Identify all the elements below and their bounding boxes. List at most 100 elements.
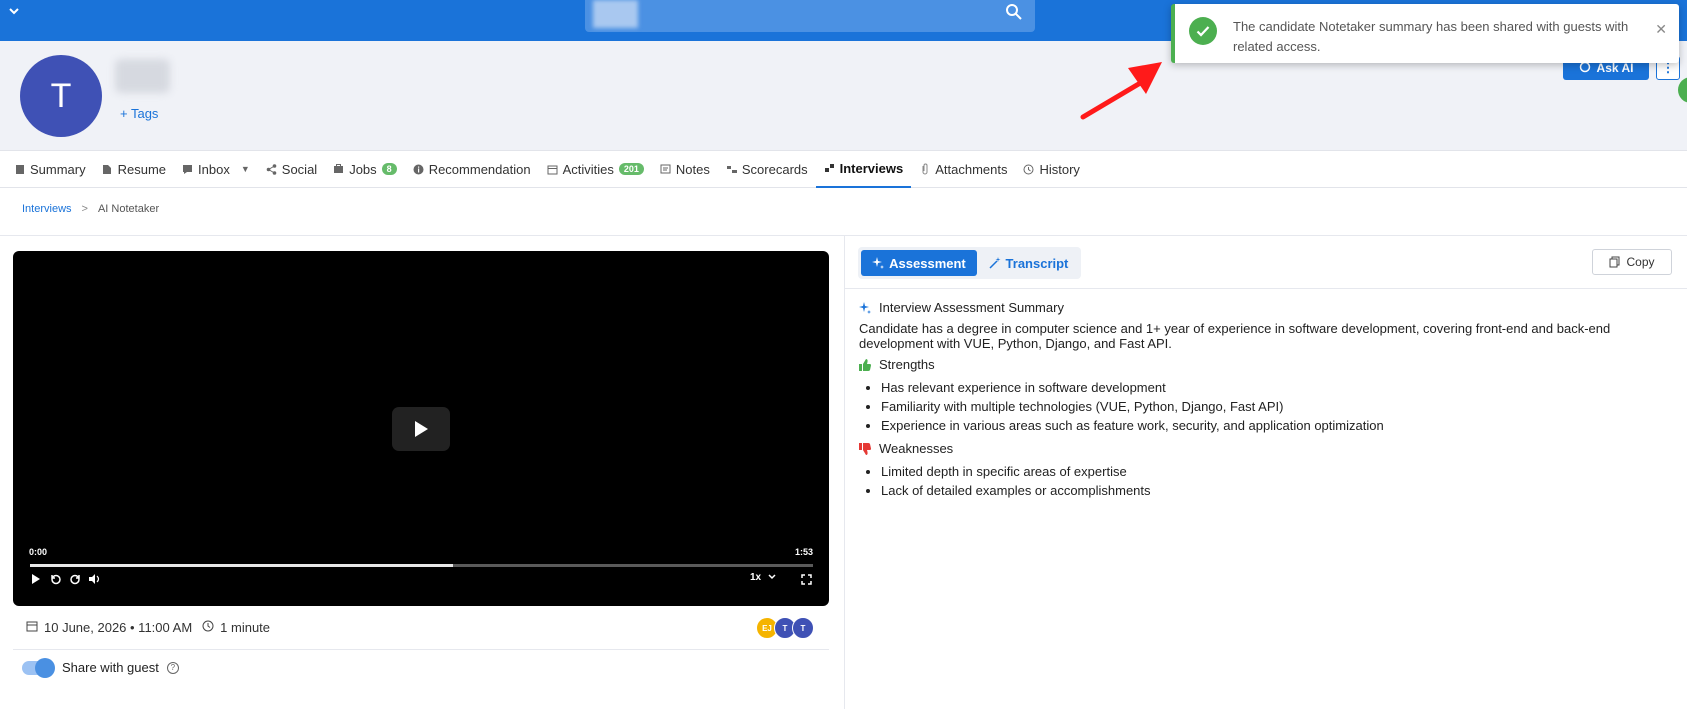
weaknesses-title: Weaknesses	[879, 441, 954, 456]
meeting-date: 10 June, 2026 • 11:00 AM	[44, 620, 193, 635]
tab-recommendation[interactable]: Recommendation	[405, 151, 539, 188]
chevron-down-icon	[768, 574, 776, 580]
play-icon	[415, 421, 428, 437]
info-icon	[413, 164, 424, 175]
tab-notes[interactable]: Notes	[652, 151, 718, 188]
tab-history[interactable]: History	[1015, 151, 1087, 188]
status-indicator	[1678, 77, 1687, 103]
candidate-avatar: T	[20, 55, 102, 137]
breadcrumb-interviews-link[interactable]: Interviews	[22, 203, 72, 215]
sparkle-icon	[872, 257, 885, 269]
transcript-tab-button[interactable]: Transcript	[979, 250, 1078, 276]
share-icon	[266, 163, 277, 175]
video-play-button[interactable]	[392, 407, 450, 451]
thumbs-up-icon	[859, 358, 871, 371]
tab-activities[interactable]: Activities 201	[539, 151, 652, 188]
caret-down-icon[interactable]: ▼	[241, 164, 250, 174]
video-total-time: 1:53	[794, 547, 813, 557]
candidate-name-blurred	[115, 59, 170, 93]
strengths-section-title: Strengths	[859, 357, 1674, 372]
briefcase-icon	[333, 164, 344, 175]
meta-divider	[13, 649, 829, 650]
summary-icon	[14, 164, 25, 175]
breadcrumb-separator: >	[81, 203, 88, 215]
calendar-icon	[26, 620, 38, 635]
candidate-tabs: Summary Resume Inbox ▼ Social Jobs 8 Rec…	[0, 151, 1687, 188]
add-tags-link[interactable]: + Tags	[120, 106, 158, 121]
close-icon[interactable]: ✕	[1655, 21, 1667, 38]
copy-icon	[1609, 256, 1620, 268]
share-with-guest-toggle[interactable]	[22, 657, 55, 678]
share-with-guest-row: Share with guest ?	[22, 657, 179, 678]
list-item: Familiarity with multiple technologies (…	[881, 397, 1674, 416]
paperclip-icon	[919, 163, 930, 175]
assessment-tab-button[interactable]: Assessment	[861, 250, 977, 276]
rewind-icon[interactable]	[50, 573, 62, 588]
chevron-down-icon[interactable]	[8, 4, 20, 20]
tab-summary[interactable]: Summary	[6, 151, 94, 188]
toggle-knob	[35, 657, 55, 678]
clock-icon	[202, 620, 214, 635]
list-item: Has relevant experience in software deve…	[881, 378, 1674, 397]
tab-social[interactable]: Social	[258, 151, 325, 188]
strengths-title: Strengths	[879, 357, 935, 372]
success-toast: The candidate Notetaker summary has been…	[1171, 4, 1679, 63]
magic-wand-icon	[989, 257, 1001, 269]
chat-icon	[182, 164, 193, 175]
jobs-count-badge: 8	[381, 163, 397, 175]
tab-inbox[interactable]: Inbox ▼	[174, 151, 258, 188]
video-player[interactable]: 0:00 1:53 1x	[13, 251, 829, 606]
share-with-guest-label: Share with guest	[62, 660, 159, 675]
tab-interviews[interactable]: Interviews	[815, 151, 912, 188]
volume-icon[interactable]	[88, 573, 101, 588]
note-icon	[660, 164, 671, 175]
breadcrumb: Interviews > AI Notetaker	[22, 203, 159, 215]
list-item: Experience in various areas such as feat…	[881, 416, 1674, 435]
document-icon	[102, 164, 113, 175]
playback-speed-select[interactable]: 1x	[750, 572, 776, 583]
global-search-input[interactable]	[585, 0, 1035, 32]
video-current-time: 0:00	[29, 547, 48, 557]
assessment-panel: Assessment Transcript Copy Interview Ass…	[845, 236, 1687, 709]
weaknesses-list: Limited depth in specific areas of exper…	[881, 462, 1674, 500]
check-circle-icon	[1189, 17, 1217, 45]
copy-button[interactable]: Copy	[1592, 249, 1672, 275]
calendar-icon	[547, 164, 558, 175]
list-item: Limited depth in specific areas of exper…	[881, 462, 1674, 481]
summary-section-title: Interview Assessment Summary	[859, 300, 1674, 315]
attendee-avatars: EJ T T	[756, 617, 814, 639]
tab-resume[interactable]: Resume	[94, 151, 174, 188]
weaknesses-section-title: Weaknesses	[859, 441, 1674, 456]
help-icon[interactable]: ?	[166, 661, 179, 674]
fullscreen-icon[interactable]	[801, 573, 812, 588]
history-icon	[1023, 164, 1034, 175]
summary-title: Interview Assessment Summary	[879, 300, 1064, 315]
scorecard-icon	[726, 164, 737, 175]
summary-text: Candidate has a degree in computer scien…	[859, 321, 1611, 351]
attendee-avatar[interactable]: T	[792, 617, 814, 639]
assessment-summary: Interview Assessment Summary Candidate h…	[859, 300, 1674, 506]
toast-message: The candidate Notetaker summary has been…	[1233, 19, 1629, 54]
video-progress-bar[interactable]	[30, 564, 813, 567]
annotation-arrow	[1080, 62, 1162, 120]
ask-ai-label: Ask AI	[1596, 61, 1634, 75]
list-item: Lack of detailed examples or accomplishm…	[881, 481, 1674, 500]
tab-jobs[interactable]: Jobs 8	[325, 151, 404, 188]
interview-icon	[824, 163, 835, 174]
strengths-list: Has relevant experience in software deve…	[881, 378, 1674, 435]
panel-header-divider	[845, 288, 1687, 289]
recording-panel: 0:00 1:53 1x 10 June, 2026 • 11:00 AM 1 …	[0, 236, 844, 709]
breadcrumb-current: AI Notetaker	[97, 203, 160, 215]
tab-attachments[interactable]: Attachments	[911, 151, 1015, 188]
tab-scorecards[interactable]: Scorecards	[718, 151, 816, 188]
search-icon[interactable]	[1005, 3, 1023, 24]
meeting-duration: 1 minute	[220, 620, 271, 635]
view-toggle: Assessment Transcript	[858, 247, 1081, 279]
forward-icon[interactable]	[69, 573, 81, 588]
activities-count-badge: 201	[618, 163, 644, 175]
thumbs-down-icon	[859, 442, 871, 455]
sparkle-icon	[859, 301, 871, 314]
play-icon[interactable]	[31, 573, 41, 588]
video-progress-fill	[30, 564, 453, 567]
search-text-blurred	[593, 0, 638, 28]
